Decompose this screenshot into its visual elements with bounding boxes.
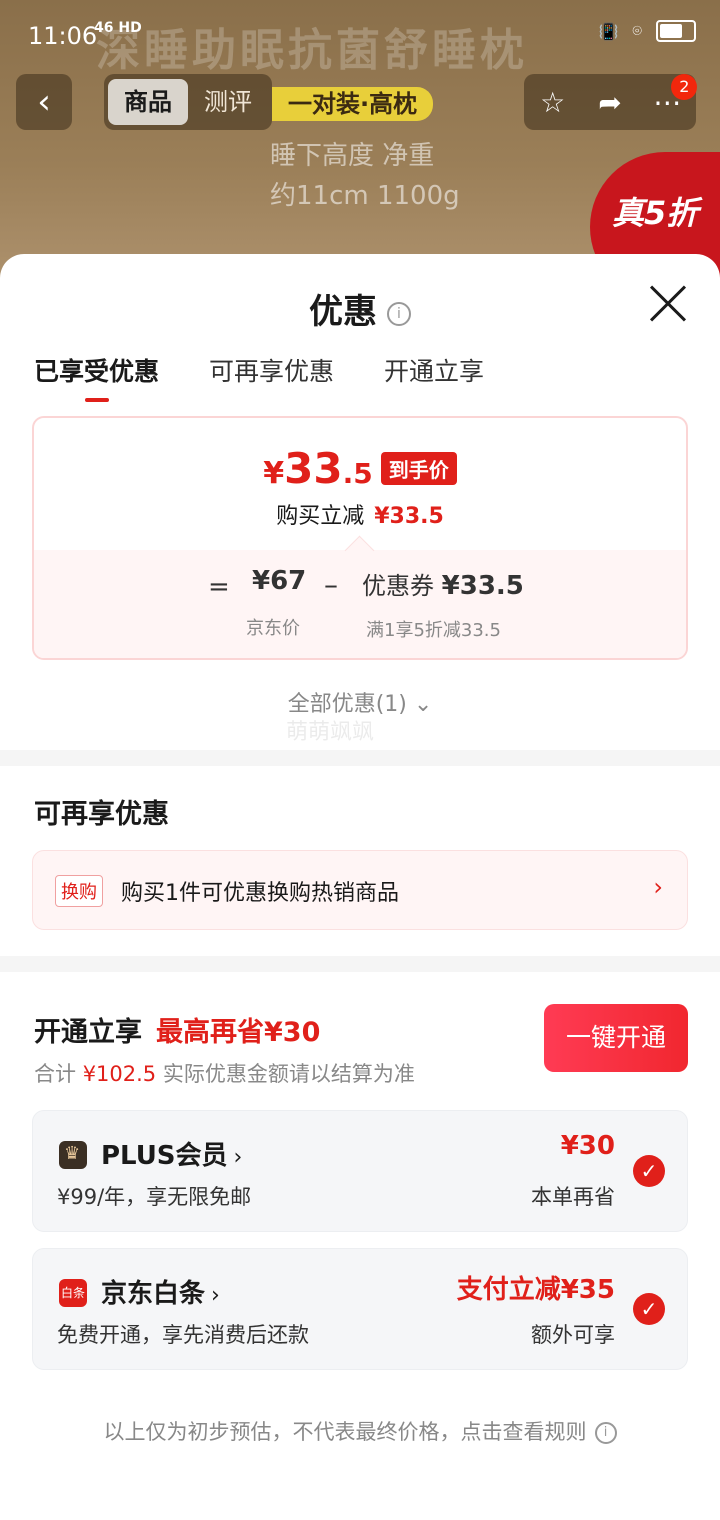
location-icon: ⌾ [632,21,642,40]
plus-desc: ¥99/年，享无限免邮 [57,1185,252,1209]
product-navbar: ‹ 商品 测评 一对装·高枕 ☆ ➦ ⋯ 2 [0,73,720,130]
spec-line-1: 睡下高度 净重 [270,141,435,171]
baitiao-name[interactable]: 京东白条 › [101,1273,220,1310]
crown-icon [59,1141,87,1169]
subtotal-note: 实际优惠金额请以结算为准 [162,1062,415,1086]
open-subtotal: 合计 ¥102.5 实际优惠金额请以结算为准 [34,1058,415,1088]
exchange-text: 购买1件可优惠换购热销商品 [121,881,399,906]
chevron-left-icon: ‹ [37,82,51,122]
more-icon[interactable]: ⋯ 2 [647,73,698,119]
max-saving: 最高再省¥30 [156,1017,321,1048]
jd-price-label: 京东价 [246,618,300,639]
close-icon[interactable] [648,284,688,324]
disclaimer-text: 以上仅为初步预估，不代表最终价格，点击查看规则 [103,1420,587,1444]
baitiao-icon: 白条 [59,1279,87,1307]
network-indicator: 46 HD [94,20,142,36]
plus-amount: ¥30 [560,1131,615,1161]
tab-product[interactable]: 商品 [108,79,188,125]
subtotal-amount: ¥102.5 [82,1062,157,1086]
baitiao-amount: 支付立减¥35 [456,1275,615,1305]
status-bar: 11:06 46 HD 📳 ⌾ [0,0,720,72]
reduce-value: ¥33.5 [374,504,444,529]
sheet-title-row: 优惠 i [0,284,720,333]
watermark: 萌萌飒飒 [286,720,375,745]
tab-enjoyed[interactable]: 已享受优惠 [34,352,159,402]
coupon-amount: 优惠券 ¥33.5 [362,566,524,601]
coupon-rule: 满1享5折减33.5 [366,620,501,641]
coupon-label: 优惠券 [362,572,434,600]
final-price-card: ¥33.5 到手价 购买立减 ¥33.5 = ¥67 京东价 – 优惠券 ¥33.5… [32,416,688,660]
sheet-title: 优惠 [309,292,377,332]
reduce-label: 购买立减 [276,504,365,529]
discount-sheet: 优惠 i 已享受优惠 可再享优惠 开通立享 ¥33.5 到手价 购买立减 ¥33.5 … [0,254,720,1520]
baitiao-desc: 免费开通，享先消费后还款 [57,1323,309,1347]
tab-reenjoy[interactable]: 可再享优惠 [209,352,334,402]
section-divider [0,750,720,766]
info-icon: i [594,1422,617,1444]
vibrate-icon: 📳 [598,21,619,41]
product-tab-switch: 商品 测评 [104,74,272,130]
plus-note: 本单再省 [531,1185,615,1209]
baitiao-option[interactable]: 白条 京东白条 › 免费开通，享先消费后还款 支付立减¥35 额外可享 ✓ [32,1248,688,1370]
plus-name[interactable]: PLUS会员 › [101,1135,242,1172]
open-section-title: 开通立享 最高再省¥30 [34,1010,320,1049]
message-badge: 2 [671,73,698,100]
back-button[interactable]: ‹ [16,74,72,130]
chevron-right-icon: › [211,1283,220,1308]
final-price-tag: 到手价 [380,452,457,485]
final-price: ¥33.5 到手价 [34,444,686,493]
open-title: 开通立享 [34,1017,142,1048]
product-actions: ☆ ➦ ⋯ 2 [524,73,698,130]
star-icon[interactable]: ☆ [533,86,573,119]
discount-tabs: 已享受优惠 可再享优惠 开通立享 [34,352,484,402]
exchange-offer[interactable]: 换购 购买1件可优惠换购热销商品 › [32,850,688,930]
baitiao-note: 额外可享 [531,1323,615,1347]
product-tag: 一对装·高枕 [272,87,434,121]
battery-icon [656,20,696,42]
price-decimal: .5 [342,457,373,490]
equals-sign: = [208,572,230,602]
plus-membership-option[interactable]: PLUS会员› ¥99/年，享无限免邮 ¥30 本单再省 ✓ [32,1110,688,1232]
minus-sign: – [324,568,338,601]
tab-open[interactable]: 开通立享 [384,352,484,402]
chevron-right-icon: › [233,1145,243,1170]
product-spec: 睡下高度 净重 约11cm 1100g [270,136,460,216]
info-icon[interactable]: i [387,301,411,326]
check-icon[interactable]: ✓ [633,1155,665,1187]
chevron-down-icon: ⌄ [413,692,433,717]
reenjoy-title: 可再享优惠 [34,799,169,830]
jd-price: ¥67 [252,566,307,596]
price-integer: 33 [284,444,343,493]
share-icon[interactable]: ➦ [590,86,630,119]
tab-review[interactable]: 测评 [188,79,268,125]
estimate-disclaimer[interactable]: 以上仅为初步预估，不代表最终价格，点击查看规则 i [0,1416,720,1446]
price-breakdown: = ¥67 京东价 – 优惠券 ¥33.5 满1享5折减33.5 [34,535,686,658]
price-yen: ¥ [263,456,285,491]
status-time: 11:06 [28,22,98,50]
coupon-value: ¥33.5 [441,571,524,601]
one-click-open-button[interactable]: 一键开通 [544,1004,688,1072]
subtotal-prefix: 合计 [34,1062,76,1086]
spec-line-2: 约11cm 1100g [270,181,460,211]
exchange-tag: 换购 [55,875,103,907]
chevron-right-icon: › [653,873,663,901]
section-divider [0,956,720,972]
check-icon[interactable]: ✓ [633,1293,665,1325]
purchase-reduction: 购买立减 ¥33.5 [34,498,686,530]
